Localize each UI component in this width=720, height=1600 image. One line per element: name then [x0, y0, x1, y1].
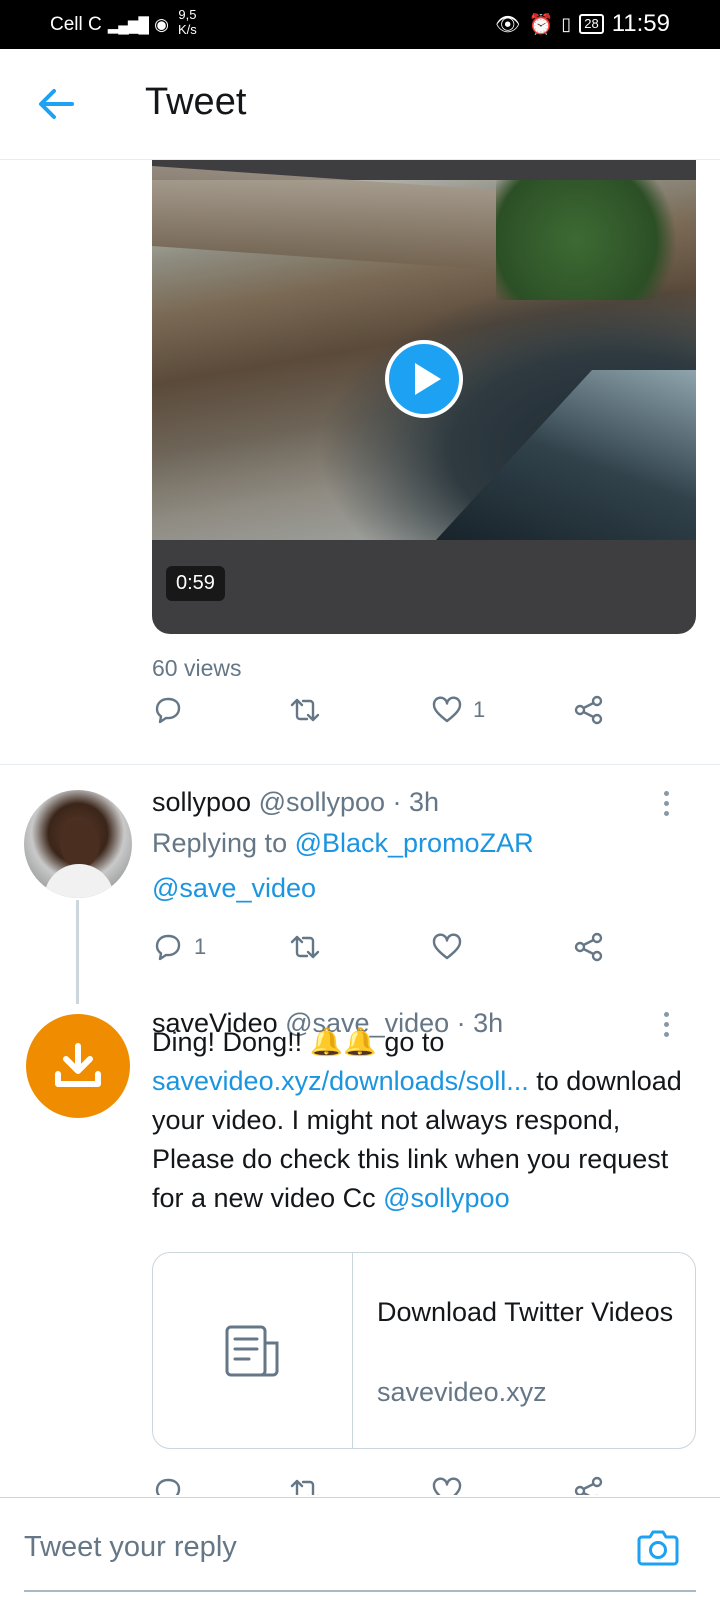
like-count: 1: [473, 697, 486, 722]
reply1-handle-time: @sollypoo · 3h: [258, 787, 440, 817]
share-button[interactable]: [573, 931, 605, 963]
play-icon: [414, 363, 441, 395]
replying-to-link[interactable]: @Black_promoZAR: [295, 828, 534, 858]
wifi-icon: ◉: [154, 15, 169, 34]
document-icon: [225, 1325, 278, 1376]
reply-count: 1: [194, 934, 207, 959]
signal-icon: ▂▄▆█: [107, 17, 149, 34]
share-icon: [574, 1476, 603, 1495]
vibrate-icon: ▯: [561, 13, 572, 34]
reply1-more-button[interactable]: [660, 791, 672, 816]
reply-button[interactable]: 1: [152, 931, 206, 963]
mention-link[interactable]: @save_video: [152, 873, 316, 903]
replying-prefix: Replying to: [152, 828, 295, 858]
reply-button[interactable]: [152, 694, 184, 726]
reply1-actions: 1: [152, 931, 612, 971]
download-icon: [55, 1043, 101, 1087]
carrier-signal: Cell C ▂▄▆█ ◉: [50, 14, 169, 36]
reply2-actions: [152, 1475, 612, 1495]
share-icon: [574, 932, 603, 962]
top-bar: Tweet: [0, 49, 720, 160]
retweet-icon: [290, 698, 320, 722]
thread-line: [76, 900, 79, 1004]
body-link[interactable]: savevideo.xyz/downloads/soll...: [152, 1066, 529, 1096]
video-player[interactable]: 0:59: [152, 160, 696, 634]
reply-icon: [155, 1478, 181, 1495]
time: 11:59: [611, 10, 670, 37]
reply-icon: [155, 697, 181, 724]
card-domain: savevideo.xyz: [377, 1377, 547, 1407]
video-thumbnail: [152, 166, 696, 540]
carrier-name: Cell C: [50, 14, 102, 35]
status-bar: Cell C ▂▄▆█ ◉ 9,5 K/s 👁 ⏰ ▯ 28 11:59: [0, 0, 720, 49]
reply-button[interactable]: [152, 1475, 184, 1495]
play-button[interactable]: [385, 340, 463, 418]
reply1-name[interactable]: sollypoo: [152, 787, 251, 817]
share-button[interactable]: [573, 694, 605, 726]
video-duration: 0:59: [166, 566, 225, 601]
alarm-icon: ⏰: [528, 13, 554, 36]
more-icon: [663, 1012, 669, 1017]
reply-icon: [155, 934, 181, 961]
like-icon: [432, 933, 462, 960]
card-thumbnail: [153, 1253, 353, 1448]
like-icon: [432, 696, 462, 723]
reply-input-underline: [24, 1590, 696, 1592]
retweet-icon: [290, 1479, 319, 1495]
share-icon: [574, 695, 603, 725]
avatar-sollypoo[interactable]: [24, 790, 132, 898]
reply-input[interactable]: Tweet your reply: [24, 1531, 237, 1564]
status-right: 👁 ⏰ ▯ 28 11:59: [495, 10, 670, 38]
page-title: Tweet: [145, 81, 247, 123]
eye-icon: 👁: [495, 13, 521, 36]
network-speed: 9,5 K/s: [178, 7, 197, 37]
retweet-button[interactable]: [289, 931, 321, 963]
reply1-replying-to: Replying to @Black_promoZAR: [152, 828, 534, 859]
card-title: Download Twitter Videos: [377, 1297, 674, 1327]
network-speed-unit: K/s: [178, 22, 197, 37]
reply2-body: Ding! Dong!! 🔔🔔 go to savevideo.xyz/down…: [152, 1023, 700, 1218]
body-prefix: Ding! Dong!! 🔔🔔 go to: [152, 1027, 445, 1057]
main-tweet-actions: 1: [152, 694, 612, 734]
reply-composer: Tweet your reply: [0, 1497, 720, 1600]
retweet-icon: [290, 935, 320, 959]
body-mention[interactable]: @sollypoo: [383, 1183, 509, 1213]
avatar-savevideo[interactable]: [26, 1014, 130, 1118]
retweet-button[interactable]: [289, 694, 321, 726]
like-button[interactable]: 1: [431, 694, 485, 726]
camera-button[interactable]: [636, 1525, 680, 1569]
like-button[interactable]: [431, 931, 463, 963]
battery-level: 28: [579, 14, 604, 34]
share-button[interactable]: [573, 1475, 605, 1495]
view-count: 60 views: [152, 655, 242, 681]
like-icon: [432, 1477, 462, 1495]
retweet-button[interactable]: [289, 1475, 321, 1495]
reply1-body: @save_video: [152, 873, 316, 904]
link-card[interactable]: Download Twitter Videos savevideo.xyz: [152, 1252, 696, 1449]
back-button[interactable]: [32, 79, 82, 129]
camera-icon: [637, 1530, 679, 1566]
divider: [0, 764, 720, 765]
reply1-header: sollypoo @sollypoo · 3h: [152, 787, 439, 818]
network-speed-value: 9,5: [178, 7, 197, 22]
like-button[interactable]: [431, 1475, 463, 1495]
back-arrow-icon: [39, 89, 74, 119]
more-icon: [663, 791, 669, 796]
